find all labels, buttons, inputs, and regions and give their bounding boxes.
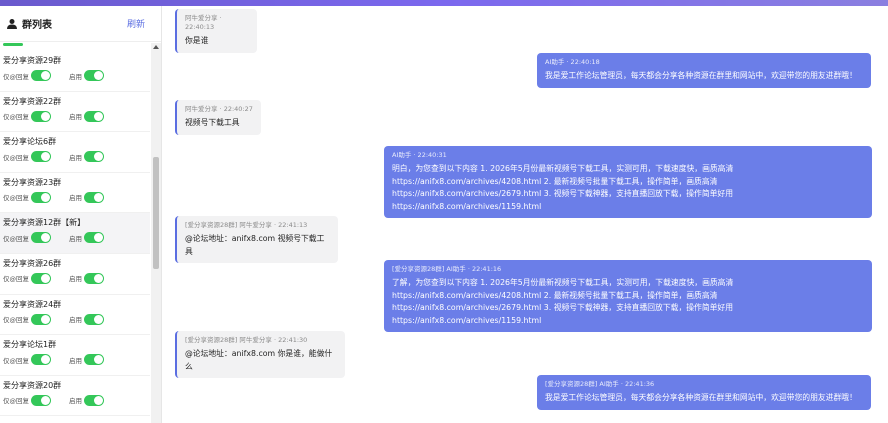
message-meta: [爱分享资源28群] 阿牛爱分享 · 22:41:30 — [185, 336, 308, 344]
message-text: @论坛地址：anifx8.com 视频号下载工具 — [185, 234, 325, 256]
mention-only-label: 仅@回复 — [3, 397, 29, 406]
list-item[interactable]: 爱分享资源24群 仅@回复 启用 — [0, 295, 150, 336]
message-text: 我是爱工作论坛管理员，每天都会分享各种资源在群里和网站中，欢迎带您的朋友进群哦！ — [545, 393, 857, 402]
list-item[interactable]: 爱分享资源22群 仅@回复 启用 — [0, 92, 150, 133]
list-item[interactable]: 爱分享论坛1群 仅@回复 启用 — [0, 335, 150, 376]
mention-only-toggle[interactable] — [31, 191, 51, 203]
mention-only-label: 仅@回复 — [3, 316, 29, 325]
mention-only-toggle[interactable] — [31, 232, 51, 244]
message-text: 了解，为您查到以下内容 1. 2026年5月份最新视频号下载工具，实测可用，下载… — [392, 278, 734, 325]
enable-toggle[interactable] — [84, 313, 104, 325]
mention-only-label: 仅@回复 — [3, 275, 29, 284]
group-name: 爱分享资源24群 — [3, 299, 62, 309]
list-item[interactable]: 爱分享资源20群 仅@回复 启用 — [0, 376, 150, 417]
incoming-message: [爱分享资源28群] 阿牛爱分享 · 22:41:30 @论坛地址：anifx8… — [175, 331, 345, 378]
group-name: 爱分享资源29群 — [3, 56, 62, 65]
scroll-up-arrow-icon[interactable] — [153, 45, 159, 49]
outgoing-message: AI助手 · 22:40:31 明白，为您查到以下内容 1. 2026年5月份最… — [384, 146, 872, 218]
enable-toggle[interactable] — [84, 151, 104, 163]
list-item[interactable]: 爱分享资源29群 仅@回复 启用 — [0, 51, 150, 92]
enable-label: 启用 — [69, 397, 82, 406]
enable-label: 启用 — [69, 113, 82, 122]
message-text: 明白，为您查到以下内容 1. 2026年5月份最新视频号下载工具，实测可用，下载… — [392, 164, 734, 211]
mention-only-label: 仅@回复 — [3, 194, 29, 203]
mention-only-toggle[interactable] — [31, 394, 51, 406]
enable-toggle[interactable] — [84, 70, 104, 81]
message-meta: 阿牛爱分享 · 22:40:27 — [185, 105, 253, 113]
list-item[interactable]: 爱分享资源23群 仅@回复 启用 — [0, 173, 150, 214]
mention-only-label: 仅@回复 — [3, 113, 29, 122]
refresh-button[interactable]: 刷新 — [127, 17, 145, 30]
sidebar-header: 群列表 刷新 — [0, 6, 161, 42]
group-name: 爱分享论坛6群 — [3, 137, 57, 147]
list-item[interactable]: 爱分享资源12群【新】 仅@回复 启用 — [0, 213, 150, 254]
message-meta: [爱分享资源28群] AI助手 · 22:41:36 — [545, 380, 655, 388]
enable-toggle[interactable] — [84, 354, 104, 366]
enable-toggle[interactable] — [84, 110, 104, 122]
enable-label: 启用 — [69, 153, 82, 162]
outgoing-message: AI助手 · 22:40:18 我是爱工作论坛管理员，每天都会分享各种资源在群里… — [537, 53, 871, 88]
list-top-partial — [0, 43, 150, 51]
message-text: @论坛地址：anifx8.com 你是谁，能做什么 — [185, 349, 333, 371]
group-name: 爱分享资源26群 — [3, 258, 62, 268]
scrollbar-thumb[interactable] — [153, 157, 159, 269]
enable-label: 启用 — [69, 316, 82, 325]
enable-label: 启用 — [69, 275, 82, 284]
enable-toggle[interactable] — [84, 394, 104, 406]
group-name: 爱分享资源22群 — [3, 96, 62, 106]
sidebar-scrollbar[interactable] — [151, 43, 161, 423]
mention-only-label: 仅@回复 — [3, 153, 29, 162]
incoming-message: [爱分享资源28群] 阿牛爱分享 · 22:41:13 @论坛地址：anifx8… — [175, 216, 338, 263]
sidebar-title: 群列表 — [22, 20, 52, 31]
enable-toggle[interactable] — [84, 272, 104, 284]
mention-only-label: 仅@回复 — [3, 72, 29, 81]
mention-only-toggle[interactable] — [31, 313, 51, 325]
message-text: 你是谁 — [185, 36, 209, 45]
group-name: 爱分享资源12群【新】 — [3, 218, 86, 228]
mention-only-toggle[interactable] — [31, 272, 51, 284]
enable-label: 启用 — [69, 194, 82, 203]
enable-toggle[interactable] — [84, 191, 104, 203]
enable-label: 启用 — [69, 356, 82, 365]
message-meta: [爱分享资源28群] AI助手 · 22:41:16 — [392, 265, 502, 273]
message-meta: AI助手 · 22:40:18 — [545, 58, 600, 66]
list-item[interactable]: 爱分享资源26群 仅@回复 启用 — [0, 254, 150, 295]
group-sidebar: 群列表 刷新 爱分享资源29群 仅@回复 启用 爱分享资源22群 仅@回复 启用 爱… — [0, 6, 162, 423]
outgoing-message: [爱分享资源28群] AI助手 · 22:41:36 我是爱工作论坛管理员，每天… — [537, 375, 871, 410]
message-meta: AI助手 · 22:40:31 — [392, 151, 447, 159]
mention-only-label: 仅@回复 — [3, 356, 29, 365]
mention-only-toggle[interactable] — [31, 70, 51, 81]
incoming-message: 阿牛爱分享 · 22:40:27 视频号下载工具 — [175, 100, 261, 135]
mention-only-toggle[interactable] — [31, 110, 51, 122]
chat-area: 阿牛爱分享 · 22:40:13 你是谁 AI助手 · 22:40:18 我是爱… — [163, 6, 888, 423]
message-meta: [爱分享资源28群] 阿牛爱分享 · 22:41:13 — [185, 221, 308, 229]
group-name: 爱分享资源20群 — [3, 380, 62, 390]
group-name: 爱分享资源23群 — [3, 177, 62, 187]
mention-only-toggle[interactable] — [31, 354, 51, 366]
group-name: 爱分享论坛1群 — [3, 340, 57, 350]
enable-label: 启用 — [69, 234, 82, 243]
incoming-message: 阿牛爱分享 · 22:40:13 你是谁 — [175, 9, 257, 53]
enable-toggle[interactable] — [84, 232, 104, 244]
message-text: 视频号下载工具 — [185, 118, 240, 127]
user-group-icon — [7, 18, 17, 29]
message-meta: 阿牛爱分享 · 22:40:13 — [185, 14, 222, 31]
enable-label: 启用 — [69, 72, 82, 81]
message-text: 我是爱工作论坛管理员，每天都会分享各种资源在群里和网站中，欢迎带您的朋友进群哦！ — [545, 71, 857, 80]
list-item[interactable]: 爱分享论坛6群 仅@回复 启用 — [0, 132, 150, 173]
group-list: 爱分享资源29群 仅@回复 启用 爱分享资源22群 仅@回复 启用 爱分享论坛6群 … — [0, 43, 150, 423]
mention-only-toggle[interactable] — [31, 151, 51, 163]
mention-only-label: 仅@回复 — [3, 234, 29, 243]
outgoing-message: [爱分享资源28群] AI助手 · 22:41:16 了解，为您查到以下内容 1… — [384, 260, 872, 332]
